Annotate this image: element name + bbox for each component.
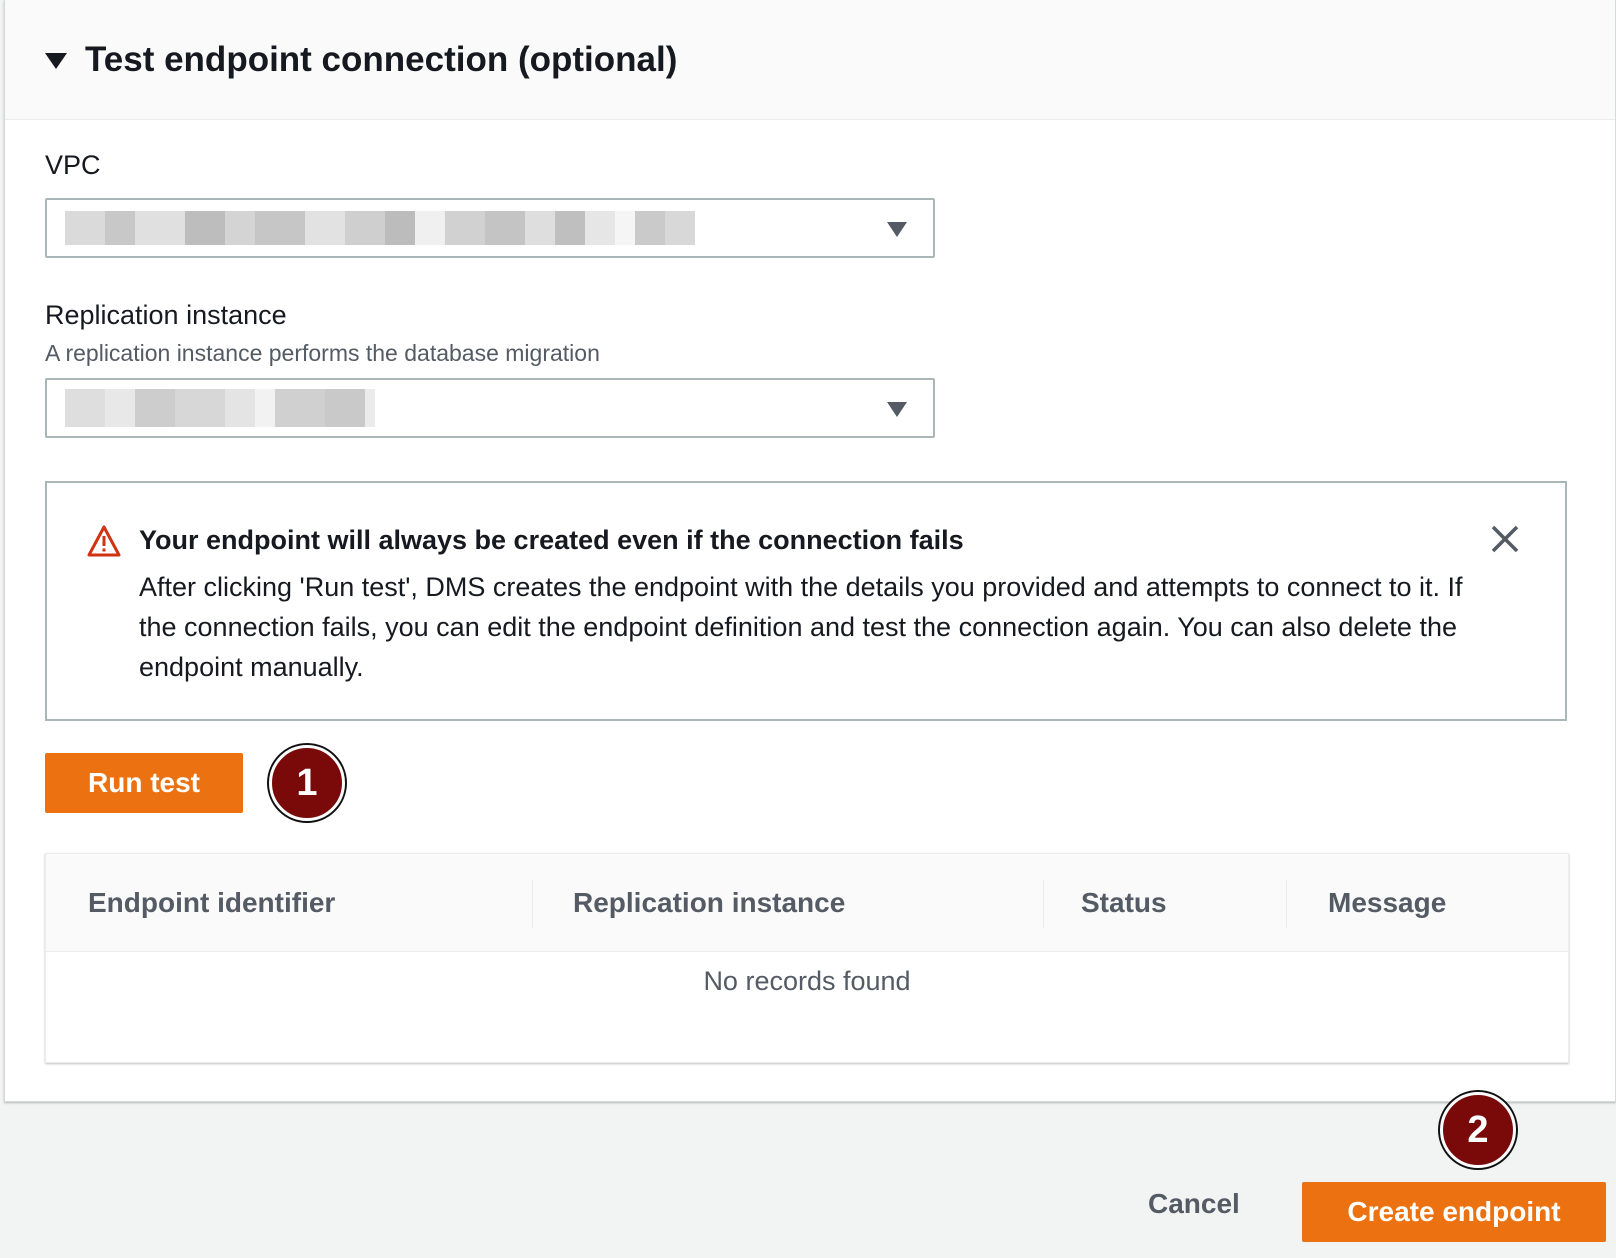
table-header: Endpoint identifier Replication instance…: [46, 854, 1568, 952]
replication-instance-description: A replication instance performs the data…: [45, 340, 600, 366]
redacted-value: [65, 389, 375, 427]
panel-title: Test endpoint connection (optional): [85, 39, 678, 79]
warning-alert: Your endpoint will always be created eve…: [45, 481, 1567, 721]
warning-icon: [87, 525, 121, 557]
replication-instance-label: Replication instance: [45, 300, 287, 330]
step-2-badge: 2: [1440, 1092, 1516, 1168]
empty-state-text: No records found: [703, 966, 911, 996]
replication-instance-select[interactable]: [45, 378, 935, 438]
column-divider[interactable]: [532, 880, 533, 928]
alert-body: After clicking 'Run test', DMS creates t…: [139, 572, 1463, 682]
alert-title: Your endpoint will always be created eve…: [139, 525, 964, 555]
column-header-endpoint-identifier[interactable]: Endpoint identifier: [88, 854, 335, 952]
column-divider[interactable]: [1043, 880, 1044, 928]
caret-down-icon[interactable]: [45, 52, 67, 69]
create-endpoint-button[interactable]: Create endpoint: [1302, 1182, 1606, 1242]
column-divider[interactable]: [1286, 880, 1287, 928]
column-header-replication-instance[interactable]: Replication instance: [573, 854, 845, 952]
vpc-label: VPC: [45, 150, 101, 180]
test-results-table: Endpoint identifier Replication instance…: [45, 853, 1569, 1063]
chevron-down-icon[interactable]: [887, 402, 907, 417]
panel-header[interactable]: Test endpoint connection (optional): [5, 0, 1615, 120]
run-test-button[interactable]: Run test: [45, 753, 243, 813]
vpc-select[interactable]: [45, 198, 935, 258]
test-connection-panel: Test endpoint connection (optional) VPC …: [4, 0, 1616, 1102]
chevron-down-icon[interactable]: [887, 222, 907, 237]
column-header-message[interactable]: Message: [1328, 854, 1446, 952]
close-icon[interactable]: [1489, 523, 1521, 555]
cancel-button[interactable]: Cancel: [1148, 1188, 1240, 1220]
step-1-badge: 1: [269, 745, 345, 821]
column-header-status[interactable]: Status: [1081, 854, 1167, 952]
redacted-value: [65, 211, 695, 245]
